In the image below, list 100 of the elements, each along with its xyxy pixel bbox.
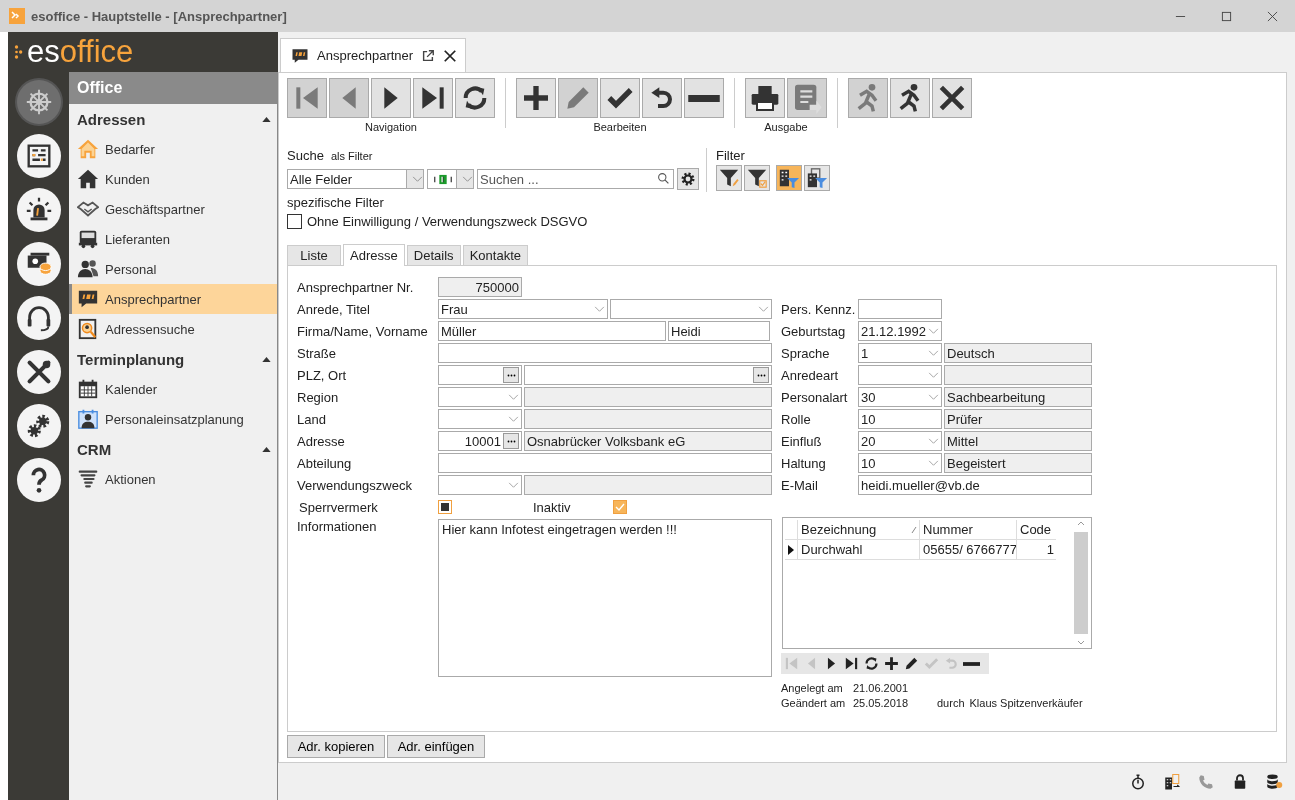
document-tab[interactable]: Ansprechpartner: [280, 38, 467, 72]
lookup-field[interactable]: 10001: [438, 431, 522, 451]
field-dropdown[interactable]: Alle Felder: [287, 169, 424, 189]
action-button[interactable]: Adr. kopieren: [287, 735, 385, 758]
save-button[interactable]: [600, 78, 640, 118]
speech-bubble-icon: [291, 46, 309, 65]
module-button[interactable]: [16, 134, 61, 178]
browse-button[interactable]: [503, 367, 519, 383]
section-header[interactable]: CRM: [69, 434, 277, 464]
close-icon[interactable]: [443, 48, 458, 63]
checkbox[interactable]: [287, 214, 302, 229]
dropdown-field[interactable]: 1: [858, 343, 942, 363]
field-label: Pers. Kennz.: [781, 301, 857, 317]
runner-button[interactable]: [890, 78, 930, 118]
tab[interactable]: Details: [406, 245, 461, 265]
sidebar-item[interactable]: Geschäftspartner: [69, 194, 277, 224]
sidebar-item[interactable]: Lieferanten: [69, 224, 277, 254]
chevron-down-icon: [462, 175, 473, 183]
buildings-funnel-icon: [806, 167, 828, 189]
filter-button[interactable]: [744, 165, 770, 191]
tab[interactable]: Adresse: [343, 244, 405, 266]
input-field[interactable]: heidi.mueller@vb.de: [858, 475, 1092, 495]
input-field[interactable]: [858, 299, 942, 319]
module-button[interactable]: [16, 404, 61, 448]
module-button[interactable]: [16, 188, 61, 232]
dropdown-field[interactable]: 30: [858, 387, 942, 407]
section-header[interactable]: Adressen: [69, 104, 277, 134]
chevron-down-icon: [594, 305, 605, 313]
chevron-down-icon: [928, 327, 939, 335]
chevron-down-icon: [928, 349, 939, 357]
checkbox[interactable]: [438, 500, 452, 514]
module-button[interactable]: [16, 458, 61, 502]
filter-button[interactable]: [804, 165, 830, 191]
settings-button[interactable]: [677, 168, 699, 190]
field-label: E-Mail: [781, 477, 819, 493]
dropdown-field[interactable]: 21.12.1992: [858, 321, 942, 341]
delete-button[interactable]: [684, 78, 724, 118]
add-button[interactable]: [516, 78, 556, 118]
settings-icon: [680, 171, 696, 187]
refresh-button[interactable]: [455, 78, 495, 118]
module-button[interactable]: [16, 296, 61, 340]
next-button[interactable]: [371, 78, 411, 118]
lookup-field[interactable]: [524, 365, 772, 385]
dropdown-field[interactable]: [438, 409, 522, 429]
meta-value: 21.06.2001: [853, 682, 910, 694]
section-header[interactable]: Terminplanung: [69, 344, 277, 374]
input-field[interactable]: 10: [858, 409, 942, 429]
lookup-field[interactable]: [438, 365, 522, 385]
module-button[interactable]: [16, 80, 61, 124]
building-icon[interactable]: [1163, 772, 1181, 791]
tab[interactable]: Kontakte: [462, 245, 529, 265]
input-field[interactable]: [438, 453, 772, 473]
scroll-down-icon[interactable]: [1077, 640, 1085, 645]
database-icon[interactable]: [1265, 772, 1283, 791]
chevron-down-icon: [508, 481, 519, 489]
input-field[interactable]: [438, 343, 772, 363]
dropdown-field[interactable]: [438, 387, 522, 407]
sidebar-item[interactable]: Ansprechpartner: [69, 284, 277, 314]
column-header[interactable]: Bezeichnung: [797, 520, 919, 539]
browse-button[interactable]: [503, 433, 519, 449]
sidebar-item[interactable]: Kunden: [69, 164, 277, 194]
dropdown-field[interactable]: [858, 365, 942, 385]
sidebar-item[interactable]: Adressensuche: [69, 314, 277, 344]
filter-button[interactable]: [776, 165, 802, 191]
dropdown-field[interactable]: Frau: [438, 299, 608, 319]
checkbox[interactable]: [612, 500, 627, 514]
action-button[interactable]: Adr. einfügen: [387, 735, 485, 758]
input-field[interactable]: Heidi: [668, 321, 770, 341]
field-label: Sperrvermerk: [298, 499, 379, 515]
notes-field[interactable]: Hier kann Infotest eingetragen werden !!!: [438, 519, 772, 677]
sidebar-item[interactable]: Personal: [69, 254, 277, 284]
external-link-icon[interactable]: [421, 48, 436, 63]
sidebar-item[interactable]: Aktionen: [69, 464, 277, 494]
minus-icon: [962, 661, 980, 666]
dropdown-field[interactable]: 20: [858, 431, 942, 451]
sidebar-item[interactable]: Personaleinsatzplanung: [69, 404, 277, 434]
sidebar-item[interactable]: Kalender: [69, 374, 277, 404]
filter-button[interactable]: [716, 165, 742, 191]
input-field[interactable]: Müller: [438, 321, 666, 341]
module-button[interactable]: [16, 350, 61, 394]
dropdown-field[interactable]: 10: [858, 453, 942, 473]
search-field[interactable]: Suchen ...: [477, 169, 674, 189]
readonly-field: Mittel: [944, 431, 1092, 451]
browse-button[interactable]: [753, 367, 769, 383]
column-header[interactable]: Code: [1016, 520, 1056, 539]
module-button[interactable]: [16, 242, 61, 286]
dropdown-field[interactable]: [610, 299, 772, 319]
undo-button[interactable]: [642, 78, 682, 118]
scroll-up-icon[interactable]: [1077, 521, 1085, 526]
tab[interactable]: Liste: [287, 245, 341, 265]
sidebar-item[interactable]: Bedarfer: [69, 134, 277, 164]
print-button[interactable]: [745, 78, 785, 118]
stopwatch-icon[interactable]: [1129, 772, 1147, 791]
dropdown-field[interactable]: [438, 475, 522, 495]
column-header[interactable]: Nummer: [919, 520, 1016, 539]
cancel-button[interactable]: [932, 78, 972, 118]
mode-dropdown[interactable]: [427, 169, 474, 189]
chevron-down-icon: [928, 393, 939, 401]
field-label: Rolle: [781, 411, 812, 427]
last-button[interactable]: [413, 78, 453, 118]
